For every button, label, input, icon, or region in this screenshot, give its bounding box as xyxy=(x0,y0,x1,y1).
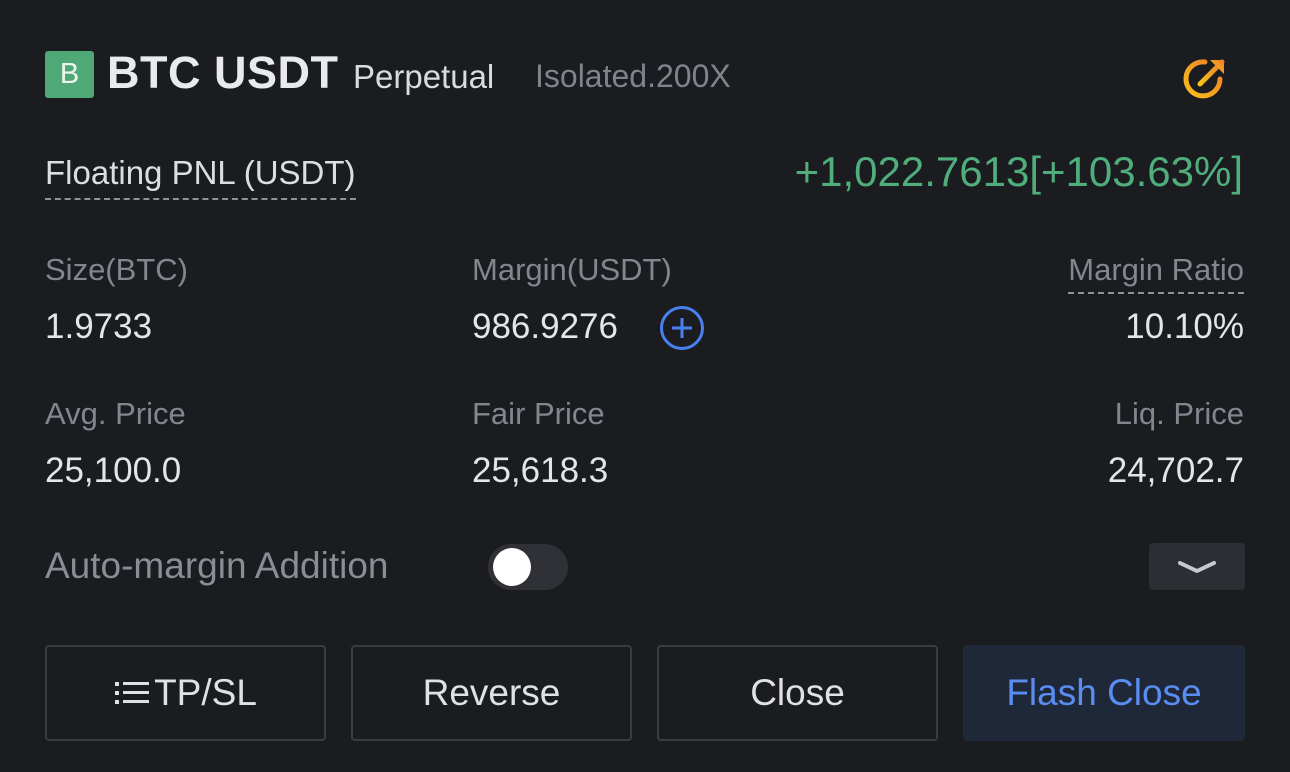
margin-ratio-label[interactable]: Margin Ratio xyxy=(1068,252,1244,294)
contract-type: Perpetual xyxy=(353,58,495,95)
chevron-down-icon xyxy=(1178,561,1216,573)
symbol-title: BTC USDT xyxy=(107,47,339,98)
list-icon xyxy=(115,682,150,704)
close-button[interactable]: Close xyxy=(657,645,938,741)
floating-pnl-value: +1,022.7613[+103.63%] xyxy=(794,148,1243,195)
margin-value: 986.9276 xyxy=(472,307,618,346)
avg-price-value: 25,100.0 xyxy=(45,451,182,490)
share-arrow-icon[interactable] xyxy=(1180,52,1232,104)
size-label: Size(BTC) xyxy=(45,252,188,287)
floating-pnl-label[interactable]: Floating PNL (USDT) xyxy=(45,154,356,200)
liq-price-label: Liq. Price xyxy=(1114,396,1244,431)
tpsl-label: TP/SL xyxy=(154,672,257,713)
add-margin-icon[interactable] xyxy=(660,306,704,350)
expand-button[interactable] xyxy=(1149,543,1245,590)
flash-close-button[interactable]: Flash Close xyxy=(963,645,1245,741)
size-value: 1.9733 xyxy=(45,307,153,346)
margin-ratio-value: 10.10% xyxy=(1125,307,1244,346)
auto-margin-label: Auto-margin Addition xyxy=(45,545,389,586)
avg-price-label: Avg. Price xyxy=(45,396,186,431)
reverse-button[interactable]: Reverse xyxy=(351,645,632,741)
margin-label: Margin(USDT) xyxy=(472,252,672,287)
fair-price-label: Fair Price xyxy=(472,396,605,431)
toggle-knob xyxy=(493,548,531,586)
symbol-badge: B xyxy=(45,51,94,98)
liq-price-value: 24,702.7 xyxy=(1107,451,1244,490)
fair-price-value: 25,618.3 xyxy=(472,451,609,490)
tpsl-button[interactable]: TP/SL xyxy=(45,645,326,741)
auto-margin-toggle[interactable] xyxy=(488,544,568,590)
margin-mode: Isolated.200X xyxy=(535,58,731,94)
